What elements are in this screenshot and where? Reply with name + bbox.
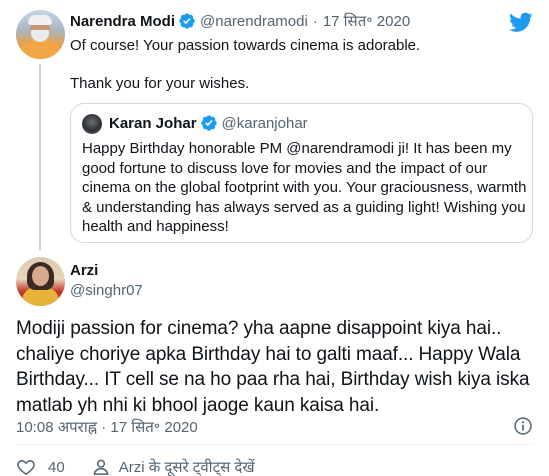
- reply-author-avatar[interactable]: [16, 257, 65, 306]
- quoted-tweet-header: Karan Johar @karanjohar: [109, 114, 308, 132]
- tweet-text-line: Of course! Your passion towards cinema i…: [70, 37, 421, 54]
- author-avatar[interactable]: [16, 10, 65, 59]
- like-count: 40: [48, 458, 65, 476]
- tweet-date[interactable]: 17 सित॰ 2020: [323, 11, 410, 31]
- quoted-tweet-text: Happy Birthday honorable PM @narendramod…: [82, 140, 527, 235]
- action-row: 40 Arzi के दूसरे ट्वीट्स देखें: [16, 457, 255, 476]
- verified-badge-icon: [179, 13, 195, 29]
- twitter-bird-icon[interactable]: [509, 10, 533, 34]
- divider: [16, 444, 533, 445]
- tweet-timestamp[interactable]: 10:08 अपराह्न · 17 सित॰ 2020: [16, 417, 198, 437]
- quoted-author-name: Karan Johar: [109, 114, 197, 132]
- quoted-tweet-card[interactable]: Karan Johar @karanjohar Happy Birthday h…: [70, 103, 533, 243]
- heart-icon[interactable]: [16, 457, 36, 476]
- more-tweets-link[interactable]: Arzi के दूसरे ट्वीट्स देखें: [119, 457, 255, 476]
- reply-author-handle[interactable]: @singhr07: [70, 282, 143, 299]
- verified-badge-icon: [200, 115, 217, 131]
- author-handle[interactable]: @narendramodi: [200, 13, 308, 30]
- parent-tweet[interactable]: Narendra Modi @narendramodi · 17 सित॰ 20…: [0, 0, 549, 250]
- person-icon: [93, 459, 109, 475]
- author-name[interactable]: Narendra Modi: [70, 13, 175, 30]
- reply-author-name[interactable]: Arzi: [70, 262, 98, 279]
- reply-tweet-text: Modiji passion for cinema? yha aapne dis…: [16, 318, 530, 416]
- tweet-text: Of course! Your passion towards cinema i…: [70, 36, 420, 93]
- separator-dot: ·: [312, 12, 318, 30]
- thread-connector-line: [39, 64, 41, 250]
- reply-tweet[interactable]: Arzi @singhr07 Modiji passion for cinema…: [0, 250, 549, 476]
- info-icon[interactable]: [513, 416, 533, 436]
- tweet-header: Narendra Modi @narendramodi · 17 सित॰ 20…: [70, 11, 410, 31]
- tweet-text-line: Thank you for your wishes.: [70, 75, 250, 92]
- quoted-author-avatar: [82, 114, 102, 134]
- quoted-author-handle: @karanjohar: [221, 114, 308, 132]
